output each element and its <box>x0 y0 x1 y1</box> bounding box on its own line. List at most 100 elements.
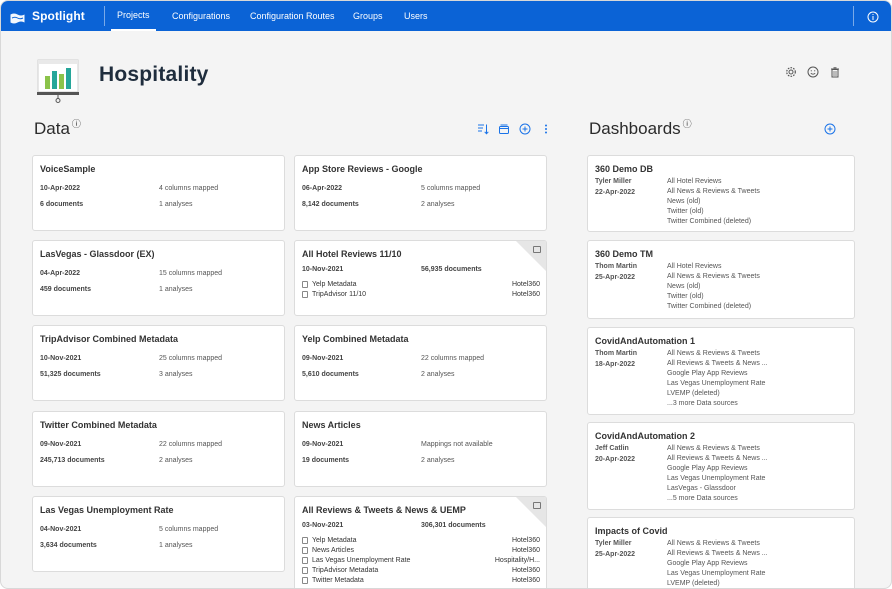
data-card-twitter[interactable]: Twitter Combined Metadata 09-Nov-2021 24… <box>32 411 285 487</box>
source-name: News Articles <box>312 547 355 554</box>
card-documents: 19 documents <box>302 457 350 464</box>
dashboard-card-impacts-of-covid[interactable]: Impacts of Covid Tyler Miller 25-Apr-202… <box>587 517 855 588</box>
dashboard-source: Twitter (old) <box>667 293 704 300</box>
data-card-tripadvisor[interactable]: TripAdvisor Combined Metadata 10-Nov-202… <box>32 325 285 401</box>
page-title: Hospitality <box>99 63 209 86</box>
data-card-lasvegas-glassdoor[interactable]: LasVegas - Glassdoor (EX) 04-Apr-2022 45… <box>32 240 285 316</box>
app-window: Spotlight Projects Configurations Config… <box>0 0 892 589</box>
dashboard-source: All News & Reviews & Tweets <box>667 350 760 357</box>
more-sources-link[interactable]: ...5 more Data sources <box>667 495 738 502</box>
plus-circle-icon[interactable] <box>824 122 836 135</box>
collection-icon[interactable] <box>498 122 510 134</box>
dashboard-card-covid-automation-1[interactable]: CovidAndAutomation 1 Thom Martin 18-Apr-… <box>587 327 855 415</box>
card-columns-mapped: 22 columns mapped <box>159 441 223 448</box>
source-config: Hotel360 <box>511 281 540 288</box>
data-section-title: Data ⓘ <box>34 119 81 139</box>
card-title: All Hotel Reviews 11/10 <box>302 249 402 259</box>
nav-configuration-routes[interactable]: Configuration Routes <box>250 1 335 31</box>
dashboard-title: 360 Demo TM <box>595 249 654 259</box>
card-date: 10-Nov-2021 <box>302 266 344 273</box>
gear-icon[interactable] <box>785 65 797 77</box>
card-date: 09-Nov-2021 <box>302 355 344 362</box>
dashboard-owner: Tyler Miller <box>595 540 632 547</box>
dashboard-source: All Hotel Reviews <box>667 178 722 185</box>
card-analyses: 2 analyses <box>421 371 455 378</box>
dashboard-source: Twitter Combined (deleted) <box>667 303 752 310</box>
data-card-all-reviews-combined[interactable]: All Reviews & Tweets & News & UEMP 03-No… <box>294 496 547 588</box>
source-name: Yelp Metadata <box>312 537 357 544</box>
source-config: Hotel360 <box>511 537 540 544</box>
data-card-news-articles[interactable]: News Articles 09-Nov-2021 19 documents M… <box>294 411 547 487</box>
dashboard-title: CovidAndAutomation 1 <box>595 336 695 346</box>
document-icon <box>302 537 308 544</box>
plus-circle-icon[interactable] <box>519 122 531 135</box>
list-item[interactable]: Twitter Metadata Hotel360 <box>302 577 540 584</box>
card-analyses: 1 analyses <box>159 286 193 293</box>
card-date: 09-Nov-2021 <box>40 441 82 448</box>
card-title: All Reviews & Tweets & News & UEMP <box>302 505 466 515</box>
dashboard-source: All News & Reviews & Tweets <box>667 273 760 280</box>
flag-logo-icon <box>10 11 25 23</box>
list-item[interactable]: TripAdvisor 11/10 Hotel360 <box>302 291 540 298</box>
data-card-all-hotel-reviews[interactable]: All Hotel Reviews 11/10 10-Nov-2021 56,9… <box>294 240 547 316</box>
more-vertical-icon[interactable] <box>540 122 552 134</box>
nav-groups[interactable]: Groups <box>353 1 383 31</box>
nav-users[interactable]: Users <box>404 1 428 31</box>
card-documents: 8,142 documents <box>302 201 359 208</box>
source-name: Yelp Metadata <box>312 281 357 288</box>
info-icon[interactable]: ⓘ <box>72 119 81 129</box>
dashboard-owner: Jeff Catlin <box>595 445 629 452</box>
document-icon <box>302 547 308 554</box>
brand[interactable]: Spotlight <box>10 1 85 31</box>
info-icon[interactable]: ⓘ <box>683 119 692 129</box>
dashboard-date: 25-Apr-2022 <box>595 274 636 281</box>
list-item[interactable]: TripAdvisor Metadata Hotel360 <box>302 567 540 574</box>
dashboard-owner: Thom Martin <box>595 263 637 270</box>
card-documents: 6 documents <box>40 201 84 208</box>
dashboard-source: Google Play App Reviews <box>667 560 748 567</box>
smiley-icon[interactable] <box>807 65 819 78</box>
dashboards-section-title: Dashboards ⓘ <box>589 119 692 139</box>
dashboard-card-360-demo-tm[interactable]: 360 Demo TM Thom Martin 25-Apr-2022 All … <box>587 240 855 319</box>
trash-icon[interactable] <box>829 65 841 78</box>
document-icon <box>302 291 308 298</box>
card-analyses: 2 analyses <box>159 457 193 464</box>
card-analyses: 1 analyses <box>159 542 193 549</box>
list-item[interactable]: Yelp Metadata Hotel360 <box>302 537 540 544</box>
card-title: Yelp Combined Metadata <box>302 334 409 344</box>
card-title: News Articles <box>302 420 361 430</box>
card-date: 09-Nov-2021 <box>302 441 344 448</box>
data-card-voicesample[interactable]: VoiceSample 10-Apr-2022 6 documents 4 co… <box>32 155 285 231</box>
data-card-app-store[interactable]: App Store Reviews - Google 06-Apr-2022 8… <box>294 155 547 231</box>
source-name: Las Vegas Unemployment Rate <box>312 557 411 564</box>
sort-icon[interactable] <box>477 122 489 135</box>
card-documents: 459 documents <box>40 286 91 293</box>
card-documents: 3,634 documents <box>40 542 97 549</box>
dashboard-date: 18-Apr-2022 <box>595 361 636 368</box>
dashboard-source: Las Vegas Unemployment Rate <box>667 475 766 482</box>
dashboard-card-360-demo-db[interactable]: 360 Demo DB Tyler Miller 22-Apr-2022 All… <box>587 155 855 232</box>
data-card-unemployment[interactable]: Las Vegas Unemployment Rate 04-Nov-2021 … <box>32 496 285 572</box>
nav-projects[interactable]: Projects <box>111 1 156 31</box>
source-config: Hotel360 <box>511 577 540 584</box>
list-item[interactable]: Las Vegas Unemployment Rate Hospitality/… <box>302 557 540 564</box>
document-icon <box>302 567 308 574</box>
dashboard-card-covid-automation-2[interactable]: CovidAndAutomation 2 Jeff Catlin 20-Apr-… <box>587 422 855 510</box>
dashboard-title: Impacts of Covid <box>595 526 668 536</box>
info-icon[interactable] <box>867 10 879 23</box>
collection-icon <box>533 502 541 509</box>
card-documents: 56,935 documents <box>421 266 482 273</box>
card-columns-mapped: 15 columns mapped <box>159 270 223 277</box>
dashboard-source: All Hotel Reviews <box>667 263 722 270</box>
card-analyses: 2 analyses <box>421 457 455 464</box>
nav-configurations[interactable]: Configurations <box>172 1 230 31</box>
more-sources-link[interactable]: ...3 more Data sources <box>667 400 738 407</box>
card-title: App Store Reviews - Google <box>302 164 423 174</box>
dashboard-source: LVEMP (deleted) <box>667 580 720 587</box>
dashboard-source: LasVegas - Glassdoor <box>667 485 736 492</box>
list-item[interactable]: News Articles Hotel360 <box>302 547 540 554</box>
card-analyses: 3 analyses <box>159 371 193 378</box>
list-item[interactable]: Yelp Metadata Hotel360 <box>302 281 540 288</box>
dashboard-owner: Tyler Miller <box>595 178 632 185</box>
data-card-yelp[interactable]: Yelp Combined Metadata 09-Nov-2021 5,610… <box>294 325 547 401</box>
